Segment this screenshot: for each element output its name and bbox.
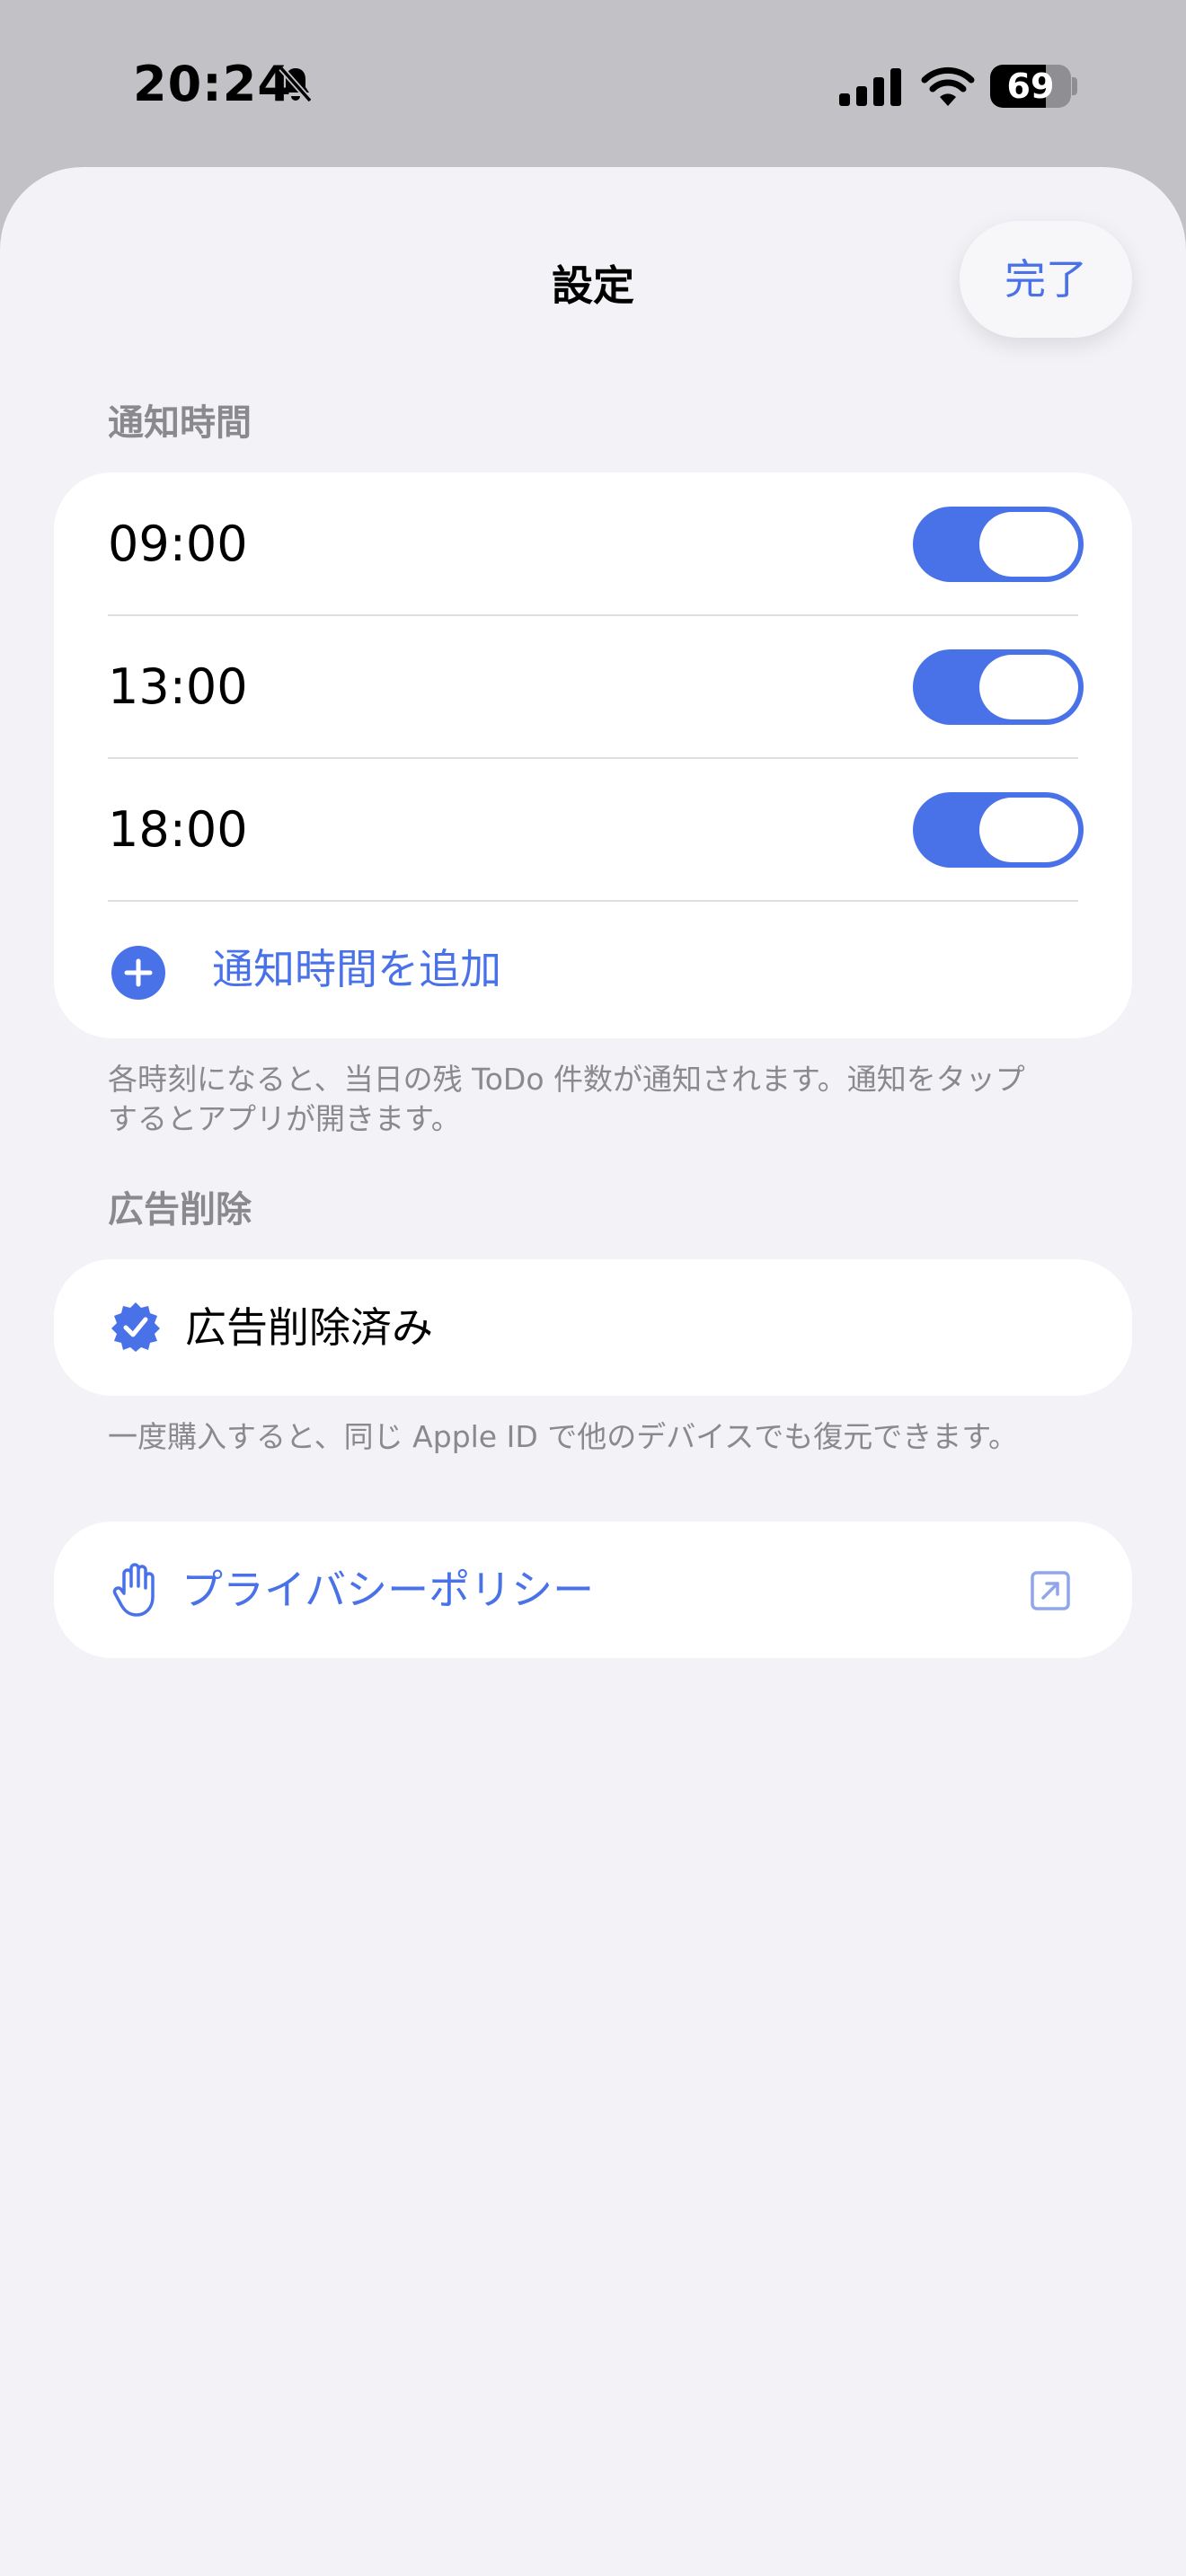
- hand-raised-icon: [112, 1563, 155, 1617]
- bell-slash-icon: [279, 66, 313, 103]
- notification-time-label: 13:00: [108, 658, 248, 715]
- status-bar: 20:24 69: [0, 0, 1186, 171]
- notification-time-label: 18:00: [108, 801, 248, 858]
- ads-card: 広告削除済み: [54, 1259, 1132, 1396]
- cellular-signal-icon: [839, 68, 901, 106]
- battery-level: 69: [1006, 66, 1055, 106]
- status-time: 20:24: [133, 56, 292, 112]
- notification-time-label: 09:00: [108, 516, 248, 572]
- notification-times-card: 09:00 13:00 18:00 通知時間を追加: [54, 472, 1132, 1038]
- ads-removed-label: 広告削除済み: [185, 1303, 433, 1352]
- notification-footer-line1: 各時刻になると、当日の残 ToDo 件数が通知されます。通知をタップ: [108, 1062, 1025, 1097]
- battery-icon: 69: [990, 65, 1071, 108]
- section-header-ads: 広告削除: [108, 1189, 252, 1231]
- toggle-knob: [979, 798, 1078, 862]
- notification-toggle[interactable]: [913, 507, 1084, 582]
- plus-circle-icon: [111, 946, 165, 1000]
- privacy-policy-label: プライバシーポリシー: [181, 1566, 595, 1614]
- notification-footer-note: 各時刻になると、当日の残 ToDo 件数が通知されます。通知をタップ するとアプ…: [108, 1060, 1078, 1139]
- notification-toggle[interactable]: [913, 792, 1084, 868]
- notification-footer-line2: するとアプリが開きます。: [108, 1101, 461, 1136]
- notification-row: 09:00: [54, 472, 1132, 615]
- settings-sheet: 設定 完了 通知時間 09:00 13:00 18:00 通知時間を追加 各時刻…: [0, 167, 1186, 2576]
- section-header-notification: 通知時間: [108, 402, 252, 444]
- ads-footer-note: 一度購入すると、同じ Apple ID で他のデバイスでも復元できます。: [108, 1419, 1018, 1454]
- battery-nub: [1072, 77, 1077, 95]
- notification-row: 13:00: [54, 615, 1132, 758]
- done-button[interactable]: 完了: [960, 221, 1132, 338]
- toggle-knob: [979, 655, 1078, 719]
- toggle-knob: [979, 512, 1078, 577]
- add-notification-time-label: 通知時間を追加: [212, 945, 501, 993]
- wifi-icon: [921, 66, 975, 106]
- notification-toggle[interactable]: [913, 649, 1084, 725]
- checkmark-seal-icon: [111, 1302, 160, 1352]
- privacy-policy-link[interactable]: プライバシーポリシー: [54, 1522, 1132, 1658]
- add-notification-time-button[interactable]: 通知時間を追加: [54, 901, 1132, 1038]
- external-link-icon: [1031, 1571, 1070, 1610]
- notification-row: 18:00: [54, 758, 1132, 901]
